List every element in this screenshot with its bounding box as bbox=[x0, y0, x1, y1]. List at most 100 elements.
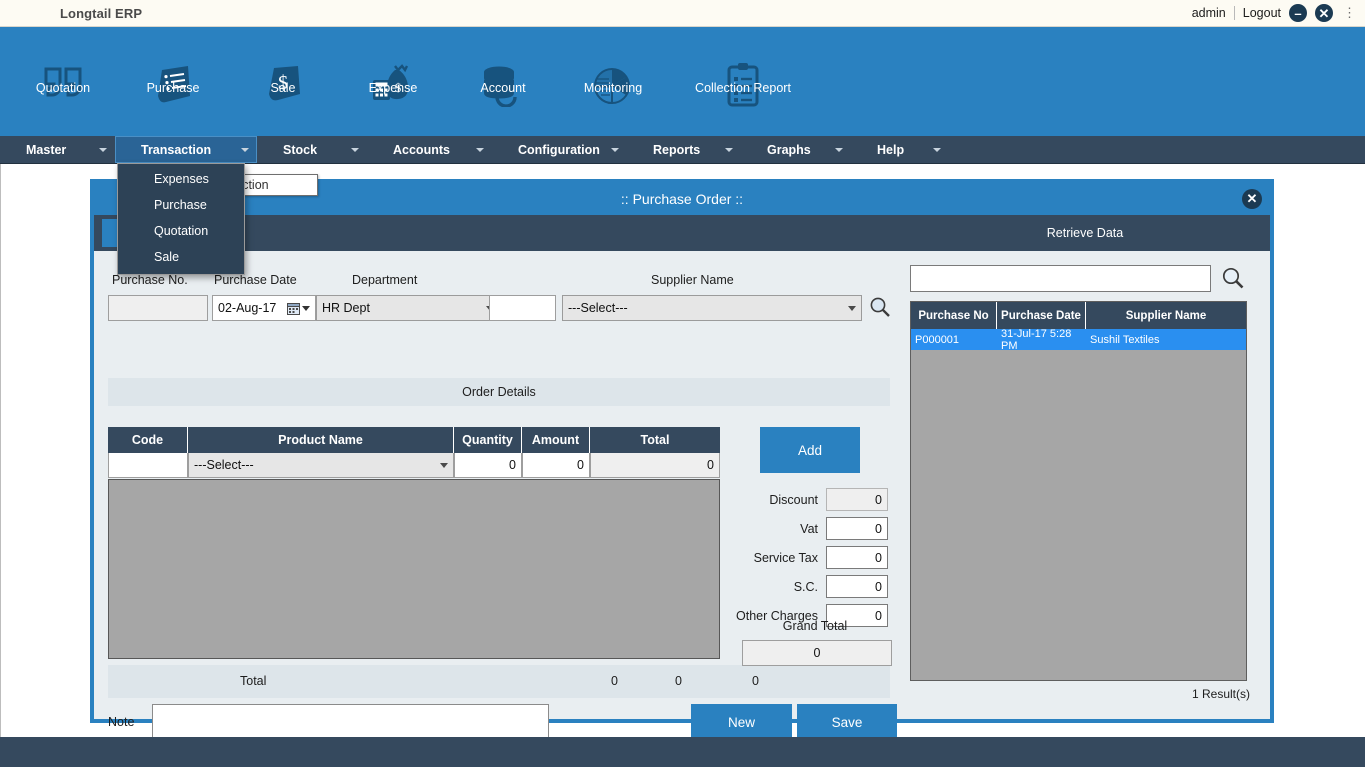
column-header-product-name: Product Name bbox=[188, 427, 454, 453]
retrieve-data-title: Retrieve Data bbox=[1046, 226, 1124, 240]
department-select[interactable]: HR Dept bbox=[316, 295, 500, 321]
column-header-quantity: Quantity bbox=[454, 427, 522, 453]
entry-total-value: 0 bbox=[590, 453, 720, 478]
magnifier-icon bbox=[870, 297, 890, 317]
entry-quantity-input[interactable]: 0 bbox=[454, 453, 522, 478]
charges-panel: Discount 0 Vat 0 Service Tax 0 S.C. 0 Ot… bbox=[730, 485, 900, 630]
icon-ribbon: Quotation Purchase $ Sale $ Expense Acco… bbox=[0, 27, 1365, 136]
menu-item-graphs[interactable]: Graphs bbox=[741, 136, 851, 163]
menu-item-help[interactable]: Help bbox=[851, 136, 949, 163]
entry-product-select[interactable]: ---Select--- bbox=[188, 453, 454, 478]
ribbon-label-quotation: Quotation bbox=[35, 80, 91, 95]
dialog-title-text: :: Purchase Order :: bbox=[620, 191, 744, 207]
supplier-name-label: Supplier Name bbox=[651, 273, 734, 287]
window-titlebar: Longtail ERP admin Logout – ✕ ⋮ bbox=[0, 0, 1365, 27]
dropdown-item-purchase[interactable]: Purchase bbox=[118, 192, 244, 218]
minimize-icon[interactable]: – bbox=[1289, 4, 1307, 22]
dropdown-item-sale[interactable]: Sale bbox=[118, 244, 244, 270]
chevron-down-icon bbox=[476, 147, 484, 152]
menu-item-configuration[interactable]: Configuration bbox=[492, 136, 627, 163]
calendar-icon[interactable] bbox=[287, 302, 310, 315]
ribbon-item-quotation[interactable]: Quotation bbox=[8, 27, 118, 136]
purchase-order-dialog: :: Purchase Order :: ✕ Purchase No. Purc… bbox=[90, 179, 1274, 741]
dropdown-item-expenses[interactable]: Expenses bbox=[118, 166, 244, 192]
retrieve-data-panel: Retrieve Data Purchase No Purchase Date … bbox=[900, 215, 1270, 719]
supplier-code-input[interactable] bbox=[489, 295, 556, 321]
ribbon-label-collection-report: Collection Report bbox=[695, 80, 791, 95]
charge-row-vat: Vat 0 bbox=[730, 514, 900, 543]
charge-row-service-tax: Service Tax 0 bbox=[730, 543, 900, 572]
menu-item-master[interactable]: Master bbox=[0, 136, 115, 163]
ribbon-label-account: Account bbox=[480, 80, 526, 95]
supplier-search-button[interactable] bbox=[866, 291, 894, 323]
main-menubar: Master Transaction Stock Accounts Config… bbox=[0, 136, 1365, 164]
ribbon-item-purchase[interactable]: Purchase bbox=[118, 27, 228, 136]
retrieve-column-purchase-no: Purchase No bbox=[911, 302, 997, 329]
totals-amount: 0 bbox=[675, 674, 682, 688]
order-details-rows-area[interactable] bbox=[108, 479, 720, 659]
sc-input[interactable]: 0 bbox=[826, 575, 888, 598]
logout-link[interactable]: Logout bbox=[1243, 6, 1281, 20]
vertical-dots-icon[interactable]: ⋮ bbox=[1341, 5, 1357, 21]
transaction-dropdown-menu: Expenses Purchase Quotation Sale bbox=[117, 163, 245, 275]
menu-label-transaction: Transaction bbox=[141, 142, 212, 157]
chevron-down-icon bbox=[611, 147, 619, 152]
entry-amount-input[interactable]: 0 bbox=[522, 453, 590, 478]
table-row[interactable]: P000001 31-Jul-17 5:28 PM Sushil Textile… bbox=[911, 328, 1246, 352]
totals-label: Total bbox=[240, 674, 267, 688]
charge-row-sc: S.C. 0 bbox=[730, 572, 900, 601]
purchase-no-input[interactable] bbox=[108, 295, 208, 321]
supplier-name-value: ---Select--- bbox=[568, 301, 628, 315]
department-label: Department bbox=[352, 273, 418, 287]
menu-item-reports[interactable]: Reports bbox=[627, 136, 741, 163]
discount-label: Discount bbox=[769, 492, 818, 507]
cell-purchase-date: 31-Jul-17 5:28 PM bbox=[997, 328, 1086, 352]
retrieve-search-input[interactable] bbox=[910, 265, 1211, 292]
menu-item-accounts[interactable]: Accounts bbox=[367, 136, 492, 163]
note-input[interactable] bbox=[152, 704, 549, 740]
supplier-name-select[interactable]: ---Select--- bbox=[562, 295, 862, 321]
order-details-title: Order Details bbox=[462, 385, 536, 399]
charge-row-discount: Discount 0 bbox=[730, 485, 900, 514]
ribbon-item-sale[interactable]: $ Sale bbox=[228, 27, 338, 136]
note-label: Note bbox=[108, 715, 135, 729]
ribbon-item-collection-report[interactable]: Collection Report bbox=[668, 27, 818, 136]
add-button[interactable]: Add bbox=[760, 427, 860, 473]
vat-input[interactable]: 0 bbox=[826, 517, 888, 540]
retrieve-results-table[interactable]: Purchase No Purchase Date Supplier Name … bbox=[910, 301, 1247, 681]
column-header-amount: Amount bbox=[522, 427, 590, 453]
totals-total: 0 bbox=[752, 674, 759, 688]
order-details-totals-row: Total 0 0 0 bbox=[108, 665, 890, 698]
menu-label-help: Help bbox=[877, 142, 905, 157]
new-button[interactable]: New bbox=[691, 704, 792, 741]
column-header-total: Total bbox=[640, 433, 670, 447]
ribbon-label-purchase: Purchase bbox=[146, 80, 200, 95]
menu-item-stock[interactable]: Stock bbox=[257, 136, 367, 163]
close-icon[interactable]: ✕ bbox=[1242, 189, 1262, 209]
save-button[interactable]: Save bbox=[797, 704, 897, 741]
grand-total-value: 0 bbox=[742, 640, 892, 666]
close-icon[interactable]: ✕ bbox=[1315, 4, 1333, 22]
service-tax-input[interactable]: 0 bbox=[826, 546, 888, 569]
ribbon-item-expense[interactable]: $ Expense bbox=[338, 27, 448, 136]
window-footer bbox=[0, 737, 1365, 767]
grand-total-label: Grand Total bbox=[782, 619, 848, 633]
menu-label-reports: Reports bbox=[653, 142, 701, 157]
retrieve-search-button[interactable] bbox=[1218, 263, 1248, 293]
purchase-date-input[interactable]: 02-Aug-17 bbox=[212, 295, 316, 321]
sc-label: S.C. bbox=[793, 579, 818, 594]
dropdown-item-quotation[interactable]: Quotation bbox=[118, 218, 244, 244]
entry-code-input[interactable] bbox=[108, 453, 188, 478]
ribbon-label-expense: Expense bbox=[368, 80, 418, 95]
retrieve-data-header: Retrieve Data bbox=[900, 215, 1270, 251]
retrieve-table-header: Purchase No Purchase Date Supplier Name bbox=[911, 302, 1246, 329]
application-window: Longtail ERP admin Logout – ✕ ⋮ Quotatio… bbox=[0, 0, 1365, 767]
order-details-section-header: Order Details bbox=[108, 378, 890, 406]
ribbon-item-monitoring[interactable]: Monitoring bbox=[558, 27, 668, 136]
chevron-down-icon bbox=[99, 147, 107, 152]
menu-label-configuration: Configuration bbox=[518, 142, 600, 157]
ribbon-item-account[interactable]: Account bbox=[448, 27, 558, 136]
chevron-down-icon bbox=[241, 147, 249, 152]
retrieve-result-count: 1 Result(s) bbox=[1191, 687, 1250, 701]
menu-item-transaction[interactable]: Transaction bbox=[115, 136, 257, 163]
